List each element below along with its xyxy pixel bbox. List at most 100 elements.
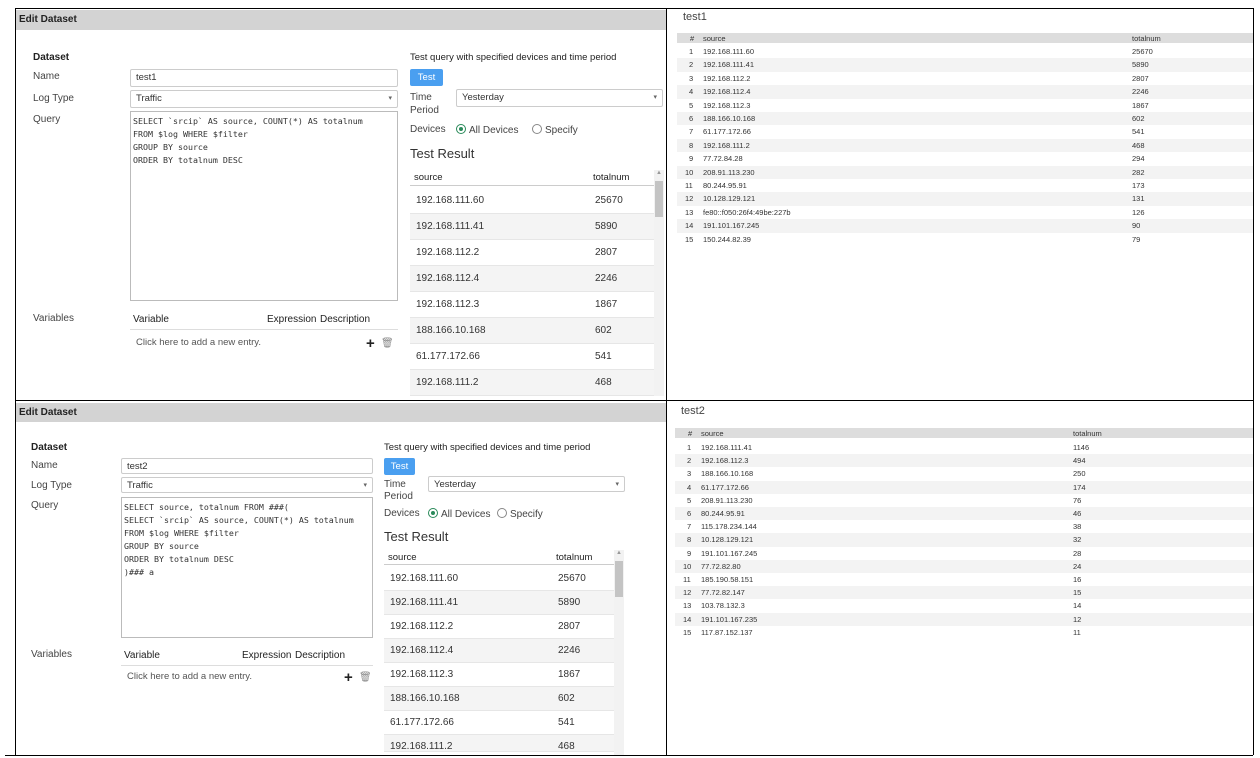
dialog-title: Edit Dataset xyxy=(16,403,666,422)
totalnum-cell: 250 xyxy=(1073,469,1086,479)
grid-line xyxy=(15,8,16,755)
test-query-title: Test query with specified devices and ti… xyxy=(410,52,617,63)
source-cell: 208.91.113.230 xyxy=(701,495,753,505)
result-row: 5 208.91.113.230 76 xyxy=(675,493,1253,507)
column-header: totalnum xyxy=(1132,34,1161,43)
result-row: 192.168.111.2 468 xyxy=(410,370,654,396)
source-cell: 61.177.172.66 xyxy=(703,127,751,137)
source-cell: 192.168.111.41 xyxy=(701,443,753,452)
source-cell: 192.168.112.4 xyxy=(703,87,751,97)
result-row: 61.177.172.66 541 xyxy=(384,711,614,735)
totalnum-cell: 12 xyxy=(1073,614,1082,624)
plus-icon[interactable]: + xyxy=(366,335,375,352)
source-cell: 10.128.129.121 xyxy=(703,194,756,204)
result-row: 14 191.101.167.235 12 xyxy=(675,612,1253,626)
scrollbar-thumb[interactable] xyxy=(655,181,663,217)
result-totalnum-cell: 1867 xyxy=(595,299,618,310)
result-totalnum-cell: 468 xyxy=(558,741,575,752)
radio-selected-icon xyxy=(456,124,466,134)
dataset-section-title: Dataset xyxy=(33,52,70,63)
result-row: 4 192.168.112.4 2246 xyxy=(677,85,1253,99)
grid-line xyxy=(15,8,1253,9)
result-totalnum-cell: 2807 xyxy=(558,621,581,632)
result-row: 192.168.111.41 5890 xyxy=(410,214,654,240)
result-totalnum-cell: 2246 xyxy=(558,645,581,656)
time-period-select[interactable]: Yesterday xyxy=(428,476,625,492)
add-new-entry-link[interactable]: Click here to add a new entry. xyxy=(136,337,261,348)
test-button[interactable]: Test xyxy=(384,458,415,475)
devices-label: Devices xyxy=(410,124,446,135)
plus-icon[interactable]: + xyxy=(344,669,353,686)
result-row: 1 192.168.111.60 25670 xyxy=(677,45,1253,59)
totalnum-cell: 282 xyxy=(1132,167,1145,177)
name-label: Name xyxy=(31,460,58,471)
log-type-select[interactable]: Traffic xyxy=(121,477,373,493)
time-label: Time xyxy=(410,92,432,103)
column-header-totalnum: totalnum xyxy=(593,172,630,183)
name-input[interactable]: test1 xyxy=(130,69,398,87)
source-cell: 191.101.167.245 xyxy=(703,221,760,231)
specify-radio[interactable]: Specify xyxy=(497,508,543,520)
totalnum-cell: 24 xyxy=(1073,561,1082,571)
all-devices-radio[interactable]: All Devices xyxy=(456,124,518,136)
column-header: totalnum xyxy=(1073,429,1102,438)
totalnum-cell: 2246 xyxy=(1132,87,1149,97)
result-row: 3 188.166.10.168 250 xyxy=(675,467,1253,481)
result-table-header: source totalnum xyxy=(384,550,614,565)
result-source-cell: 192.168.111.41 xyxy=(390,597,459,608)
test-button[interactable]: Test xyxy=(410,69,443,86)
result-row: 61.177.172.66 541 xyxy=(410,344,654,370)
time-period-select[interactable]: Yesterday xyxy=(456,89,663,107)
column-header-source: source xyxy=(414,172,443,183)
grid-line xyxy=(15,400,1253,401)
add-new-entry-link[interactable]: Click here to add a new entry. xyxy=(127,671,252,682)
result-row: 11 185.190.58.151 16 xyxy=(675,573,1253,587)
all-devices-label: All Devices xyxy=(441,509,491,520)
variables-label: Variables xyxy=(33,313,74,324)
result-source-cell: 61.177.172.66 xyxy=(390,717,454,728)
grid-line xyxy=(666,8,667,755)
period-label: Period xyxy=(384,491,413,502)
trash-icon[interactable]: 🗑 xyxy=(381,338,394,349)
variables-column-header: Expression xyxy=(242,650,292,661)
scroll-up-arrow-icon[interactable]: ▲ xyxy=(656,170,662,176)
row-index: 10 xyxy=(683,561,692,571)
grid-line xyxy=(5,755,1253,756)
time-label: Time xyxy=(384,479,406,490)
row-index: 5 xyxy=(687,495,692,505)
log-type-select[interactable]: Traffic xyxy=(130,90,398,108)
all-devices-radio[interactable]: All Devices xyxy=(428,508,490,520)
dataset-section-title: Dataset xyxy=(31,442,68,453)
query-textarea[interactable]: SELECT `srcip` AS source, COUNT(*) AS to… xyxy=(130,111,398,301)
source-cell: 192.168.111.60 xyxy=(703,47,755,56)
totalnum-cell: 126 xyxy=(1132,207,1145,217)
result-scrollbar[interactable]: ▲ xyxy=(614,550,624,755)
row-index: 5 xyxy=(689,100,694,110)
result-row: 192.168.111.2 468 xyxy=(384,735,614,752)
result-totalnum-cell: 602 xyxy=(558,693,575,704)
result-source-cell: 61.177.172.66 xyxy=(416,351,480,362)
result-row: 192.168.112.4 2246 xyxy=(384,639,614,663)
result-row: 192.168.111.41 5890 xyxy=(384,591,614,615)
result-source-cell: 192.168.111.2 xyxy=(416,377,479,388)
column-header: # xyxy=(690,34,695,43)
trash-icon[interactable]: 🗑 xyxy=(359,672,372,683)
specify-radio[interactable]: Specify xyxy=(532,124,578,136)
query-textarea[interactable]: SELECT source, totalnum FROM ###( SELECT… xyxy=(121,497,373,638)
source-cell: 77.72.82.80 xyxy=(701,561,741,571)
result-totalnum-cell: 25670 xyxy=(558,573,586,584)
result-row: 13 103.78.132.3 14 xyxy=(675,599,1253,613)
row-index: 4 xyxy=(687,482,692,492)
source-cell: 192.168.112.3 xyxy=(703,100,751,110)
result-scrollbar[interactable]: ▲ xyxy=(654,170,664,396)
result-row: 188.166.10.168 602 xyxy=(384,687,614,711)
radio-selected-icon xyxy=(428,508,438,518)
scroll-up-arrow-icon[interactable]: ▲ xyxy=(616,550,622,556)
result-row: 192.168.112.2 2807 xyxy=(410,240,654,266)
result-row: 9 191.101.167.245 28 xyxy=(675,546,1253,560)
name-input[interactable]: test2 xyxy=(121,458,373,474)
source-cell: 192.168.111.41 xyxy=(703,60,755,70)
source-cell: 80.244.95.91 xyxy=(701,509,745,518)
totalnum-cell: 468 xyxy=(1132,140,1145,150)
scrollbar-thumb[interactable] xyxy=(615,561,623,597)
